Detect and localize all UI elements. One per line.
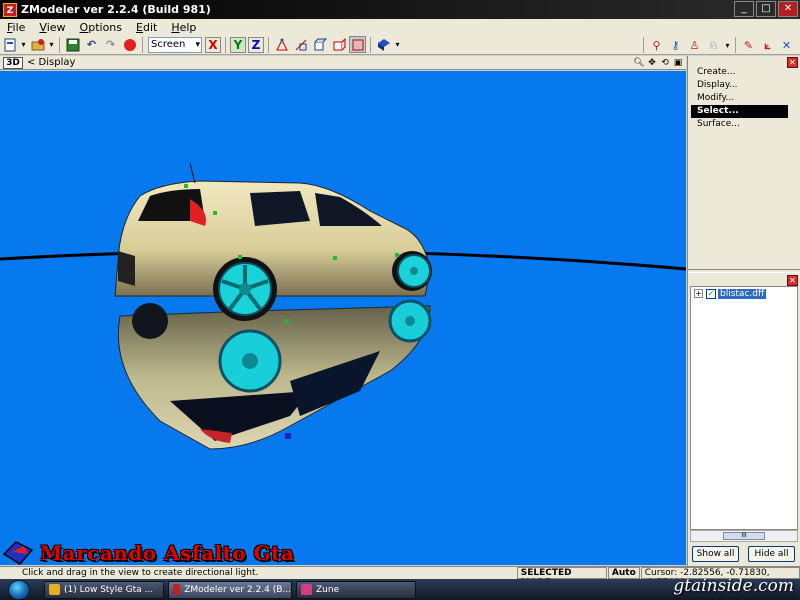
zmodeler-app-icon: Z (3, 2, 17, 17)
zmodeler-taskbar-icon (173, 584, 181, 595)
hide-all-button[interactable]: Hide all (748, 546, 795, 562)
viewport-header: 3D < Display 🔍︎ ✥ ⟲ ▣ (0, 56, 686, 70)
command-modify[interactable]: Modify... (691, 92, 788, 105)
menu-edit[interactable]: Edit (129, 21, 164, 34)
menu-view[interactable]: View (32, 21, 72, 34)
start-button-icon[interactable] (8, 579, 30, 600)
maximize-viewport-icon[interactable]: ▣ (672, 57, 684, 69)
save-icon[interactable] (64, 36, 81, 53)
viewport-label[interactable]: < Display (27, 57, 75, 68)
undo-icon[interactable]: ↶ (83, 36, 100, 53)
scrollbar-thumb[interactable]: III (723, 532, 765, 540)
taskbar-item-zmodeler[interactable]: ZModeler ver 2.2.4 (B... (168, 580, 292, 599)
menu-options[interactable]: Options (73, 21, 129, 34)
close-button[interactable]: ✕ (778, 1, 798, 17)
toolbar-separator (268, 36, 269, 53)
command-surface[interactable]: Surface... (691, 118, 788, 131)
selection-mode-icon[interactable] (349, 36, 366, 53)
viewport-mode-button[interactable]: 3D (3, 56, 23, 69)
figure-alt-icon[interactable]: ♘ (705, 37, 722, 54)
command-panel-close-icon[interactable]: ✕ (787, 57, 798, 68)
toolbar-separator (643, 37, 644, 53)
skeleton-tool-icon[interactable]: ⚷ (667, 37, 684, 54)
face-select-icon[interactable] (311, 36, 328, 53)
expand-icon[interactable]: + (694, 289, 703, 298)
panel-divider (688, 269, 800, 273)
vertex-select-icon[interactable] (273, 36, 290, 53)
taskbar-item-browser[interactable]: (1) Low Style Gta ... (44, 580, 164, 599)
figure-tool-icon[interactable]: ♙ (686, 37, 703, 54)
maximize-button[interactable]: □ (756, 1, 776, 17)
watermark-text: Marcando Asfalto Gta (40, 541, 295, 565)
dropdown-arrow-icon[interactable]: ▾ (724, 37, 731, 54)
paint-tool-icon[interactable]: ✎ (740, 37, 757, 54)
dropdown-arrow-icon[interactable]: ▾ (20, 36, 27, 53)
show-all-button[interactable]: Show all (692, 546, 739, 562)
tree-file-label[interactable]: blistac.dff (718, 288, 767, 299)
status-mode: SELECTED MODE (516, 567, 607, 588)
axis-gizmo-icon[interactable]: ⟀ (759, 37, 776, 54)
axis-z-toggle[interactable]: Z (248, 36, 264, 53)
hierarchy-panel-close-icon[interactable]: ✕ (787, 275, 798, 286)
toolbar-separator (370, 36, 371, 53)
command-panel: ✕ Create... Display... Modify... Select.… (687, 56, 800, 566)
title-bar: Z ZModeler ver 2.2.4 (Build 981) _ □ ✕ (0, 0, 800, 19)
command-display[interactable]: Display... (691, 79, 788, 92)
toolbar-separator (225, 36, 226, 53)
hierarchy-tree[interactable]: + ✓ blistac.dff (690, 286, 798, 530)
status-auto[interactable]: Auto (607, 567, 640, 579)
site-watermark: gtainside.com (673, 576, 794, 596)
viewport-3d[interactable] (0, 71, 686, 565)
right-toolbar-group: ⚲ ⚷ ♙ ♘ ▾ ✎ ⟀ ✕ ⤡ (640, 37, 800, 54)
dropdown-arrow-icon[interactable]: ▾ (394, 36, 401, 53)
coord-system-select[interactable]: Screen (148, 36, 202, 53)
pan-icon[interactable]: ✥ (646, 57, 658, 69)
car-model (114, 162, 432, 323)
watermark-logo-icon (2, 541, 34, 565)
transform-gizmo-icon[interactable]: ✕ (778, 37, 795, 54)
toolbar-separator (735, 37, 736, 53)
rotate-icon[interactable]: ⟲ (659, 57, 671, 69)
visibility-checkbox[interactable]: ✓ (706, 288, 716, 299)
viewport-tools: 🔍︎ ✥ ⟲ ▣ (633, 57, 684, 69)
window-controls: _ □ ✕ (734, 1, 798, 17)
menu-file[interactable]: File (0, 21, 32, 34)
light-gizmo[interactable] (285, 433, 291, 439)
window-title: ZModeler ver 2.2.4 (Build 981) (21, 3, 211, 16)
status-hint: Click and drag in the view to create dir… (22, 568, 259, 578)
toolbar-separator (142, 36, 143, 53)
tree-row[interactable]: + ✓ blistac.dff (691, 287, 797, 300)
taskbar-item-zune[interactable]: Zune (296, 580, 416, 599)
zune-icon (301, 584, 312, 595)
command-create[interactable]: Create... (691, 66, 788, 79)
main-toolbar: ▾ ▾ ↶ ↷ Screen X Y Z ▾ ⚲ ⚷ ♙ ♘ ▾ ✎ ⟀ ✕ ⤡ (0, 35, 800, 55)
edge-select-icon[interactable] (292, 36, 309, 53)
zoom-icon[interactable]: 🔍︎ (633, 57, 645, 69)
record-icon[interactable] (121, 36, 138, 53)
new-file-icon[interactable] (1, 36, 18, 53)
axis-y-toggle[interactable]: Y (230, 36, 246, 53)
render-mode-icon[interactable] (375, 36, 392, 53)
scene-render (0, 162, 686, 450)
toolbar-separator (59, 36, 60, 53)
open-file-icon[interactable] (29, 36, 46, 53)
dropdown-arrow-icon[interactable]: ▾ (48, 36, 55, 53)
bone-tool-icon[interactable]: ⚲ (648, 37, 665, 54)
menu-help[interactable]: Help (164, 21, 203, 34)
command-select[interactable]: Select... (691, 105, 788, 118)
axis-x-toggle[interactable]: X (205, 36, 221, 53)
command-list: Create... Display... Modify... Select...… (691, 66, 788, 131)
browser-icon (49, 584, 60, 595)
minimize-button[interactable]: _ (734, 1, 754, 17)
object-select-icon[interactable] (330, 36, 347, 53)
redo-icon[interactable]: ↷ (102, 36, 119, 53)
car-reflection (117, 299, 432, 450)
menu-bar: File View Options Edit Help (0, 19, 800, 35)
horizontal-scrollbar[interactable]: III (690, 530, 798, 542)
